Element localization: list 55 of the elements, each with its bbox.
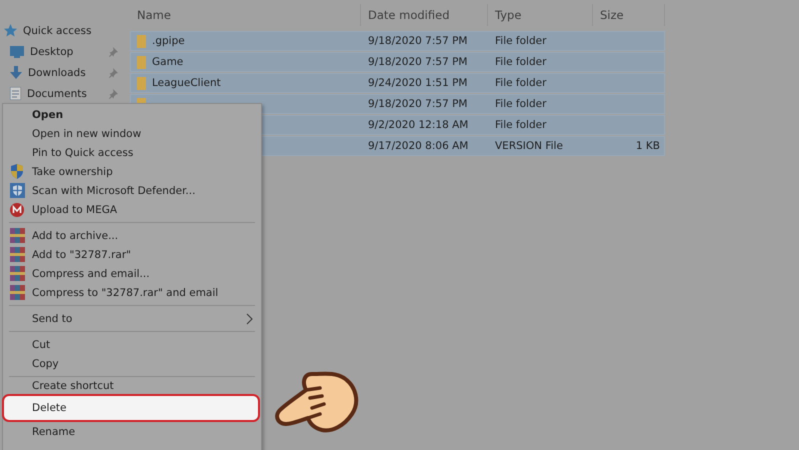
archive-books-icon: [10, 266, 24, 281]
menu-item[interactable]: Add to archive...: [3, 226, 261, 245]
archive-books-icon: [10, 247, 24, 262]
menu-item[interactable]: Add to "32787.rar": [3, 245, 261, 264]
sidebar-item[interactable]: Downloads: [28, 66, 103, 78]
archive-books-icon: [10, 285, 24, 300]
column-header[interactable]: Type: [488, 4, 593, 26]
menu-item[interactable]: Create shortcut: [3, 380, 261, 394]
star-icon: [4, 24, 17, 37]
menu-item[interactable]: Compress and email...: [3, 264, 261, 283]
folder-icon: [137, 34, 146, 48]
column-header[interactable]: Date modified: [361, 4, 488, 26]
column-header[interactable]: Size: [593, 4, 665, 26]
date-cell: 9/18/2020 7:57 PM: [368, 98, 468, 110]
menu-item[interactable]: Scan with Microsoft Defender...: [3, 181, 261, 200]
desktop-icon: [10, 46, 24, 58]
date-cell: 9/24/2020 1:51 PM: [368, 77, 468, 89]
mega-logo-icon: [10, 202, 24, 216]
shield-icon: [10, 164, 24, 179]
type-cell: File folder: [495, 77, 546, 89]
menu-item[interactable]: Delete: [2, 394, 260, 422]
date-cell: 9/2/2020 12:18 AM: [368, 119, 468, 131]
download-arrow-icon: [10, 66, 22, 79]
menu-item[interactable]: Copy: [3, 354, 261, 373]
date-cell: 9/17/2020 8:06 AM: [368, 140, 468, 152]
document-icon: [10, 87, 21, 100]
menu-item[interactable]: Compress to "32787.rar" and email: [3, 283, 261, 302]
type-cell: File folder: [495, 35, 546, 47]
menu-item[interactable]: Upload to MEGA: [3, 200, 261, 219]
menu-item[interactable]: Rename: [3, 422, 261, 441]
shield-icon: [10, 183, 24, 198]
size-cell: 1 KB: [636, 140, 660, 152]
column-header[interactable]: Name: [130, 4, 361, 26]
file-row[interactable]: LeagueClient 9/24/2020 1:51 PM File folder: [130, 73, 665, 93]
folder-icon: [137, 56, 146, 68]
menu-item[interactable]: Take ownership: [3, 162, 261, 181]
type-cell: File folder: [495, 56, 546, 68]
type-cell: File folder: [495, 98, 546, 110]
file-name: LeagueClient: [152, 77, 221, 89]
date-cell: 9/18/2020 7:57 PM: [368, 35, 468, 47]
date-cell: 9/18/2020 7:57 PM: [368, 56, 468, 68]
chevron-right-icon: [246, 312, 253, 324]
file-name: .gpipe: [152, 35, 185, 47]
file-name: Game: [152, 56, 184, 68]
sidebar-item[interactable]: Desktop: [30, 46, 103, 58]
sidebar-item[interactable]: Documents: [27, 88, 103, 100]
sidebar-header[interactable]: Quick access: [23, 24, 92, 36]
menu-item[interactable]: Cut: [3, 335, 261, 354]
file-row[interactable]: .gpipe 9/18/2020 7:57 PM File folder: [130, 31, 665, 51]
archive-books-icon: [10, 228, 24, 243]
menu-item[interactable]: Send to: [3, 309, 261, 328]
type-cell: File folder: [495, 119, 546, 131]
folder-icon: [137, 76, 146, 90]
type-cell: VERSION File: [495, 140, 563, 152]
file-row[interactable]: Game 9/18/2020 7:57 PM File folder: [130, 52, 665, 72]
